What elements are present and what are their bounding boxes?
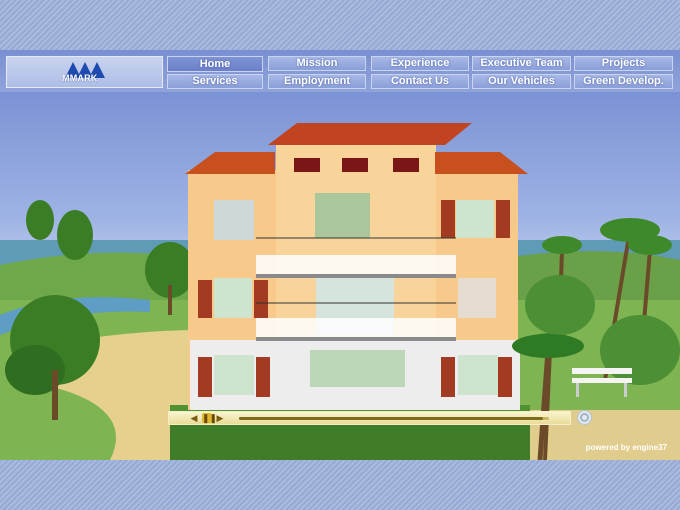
nav-experience[interactable]: Experience xyxy=(371,56,469,71)
media-controls: ◀ ❚❚ ▶ xyxy=(168,411,571,425)
nav-services[interactable]: Services xyxy=(167,74,263,89)
powered-by-text: powered by engine37 xyxy=(585,443,667,452)
logo-panel[interactable] xyxy=(6,56,163,88)
nav-employment[interactable]: Employment xyxy=(268,74,366,89)
nav-mission[interactable]: Mission xyxy=(268,56,366,71)
villa-scene xyxy=(0,123,680,460)
replay-button[interactable] xyxy=(577,410,592,425)
progress-track[interactable] xyxy=(239,417,549,420)
nav-contact-us[interactable]: Contact Us xyxy=(371,74,469,89)
logo-text: MMARK xyxy=(62,73,98,83)
nav-our-vehicles[interactable]: Our Vehicles xyxy=(472,74,571,89)
rewind-icon[interactable]: ◀ xyxy=(189,413,199,423)
progress-fill xyxy=(239,417,543,420)
nav-green-develop[interactable]: Green Develop. xyxy=(574,74,673,89)
scene-illustration xyxy=(0,50,680,460)
nav-executive-team[interactable]: Executive Team xyxy=(472,56,571,71)
forward-icon[interactable]: ▶ xyxy=(215,413,225,423)
replay-icon xyxy=(580,413,589,422)
pause-icon[interactable]: ❚❚ xyxy=(202,413,217,423)
nav-projects[interactable]: Projects xyxy=(574,56,673,71)
nav-home[interactable]: Home xyxy=(167,56,263,72)
